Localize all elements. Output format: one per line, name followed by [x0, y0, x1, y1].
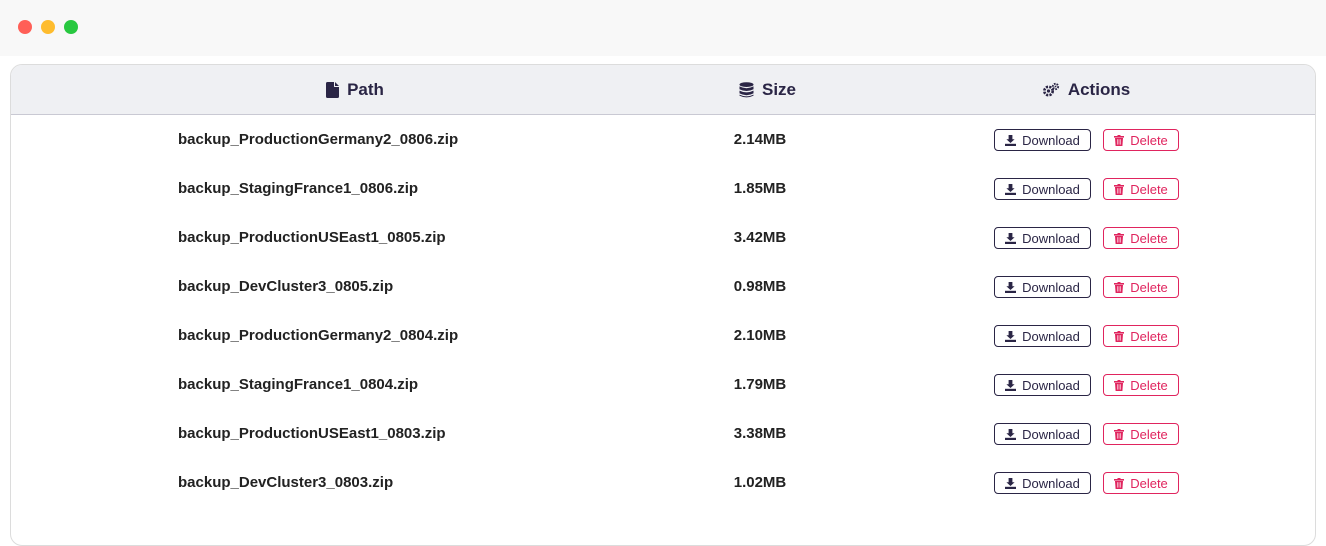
file-size: 2.14MB [733, 131, 787, 148]
column-header-actions-label: Actions [1067, 79, 1131, 99]
file-path: backup_ProductionUSEast1_0803.zip [178, 425, 446, 442]
file-path: backup_ProductionGermany2_0806.zip [178, 131, 459, 148]
delete-button-label: Delete [1130, 426, 1168, 442]
download-button-label: Download [1022, 475, 1080, 491]
column-header-path-label: Path [347, 79, 384, 99]
trash-icon [1114, 428, 1125, 440]
table-row: backup_ProductionUSEast1_0803.zip 3.38MB D… [11, 409, 1315, 458]
file-path: backup_DevCluster3_0805.zip [178, 278, 394, 295]
file-size: 2.10MB [733, 327, 787, 344]
close-window-button[interactable] [18, 20, 32, 34]
download-icon [1005, 379, 1017, 391]
file-size: 1.79MB [733, 376, 787, 393]
table-row: backup_ProductionGermany2_0804.zip 2.10MB… [11, 311, 1315, 360]
minimize-window-button[interactable] [41, 20, 55, 34]
table-row: backup_DevCluster3_0805.zip 0.98MB Downloa… [11, 262, 1315, 311]
database-icon [739, 81, 754, 97]
download-button[interactable]: Download [994, 129, 1091, 151]
file-size: 1.85MB [733, 180, 787, 197]
download-button[interactable]: Download [994, 178, 1091, 200]
download-button[interactable]: Download [994, 276, 1091, 298]
delete-button[interactable]: Delete [1103, 178, 1179, 200]
download-button-label: Download [1022, 279, 1080, 295]
download-button-label: Download [1022, 230, 1080, 246]
file-size: 1.02MB [733, 474, 787, 491]
delete-button-label: Delete [1130, 181, 1168, 197]
maximize-window-button[interactable] [64, 20, 78, 34]
download-button[interactable]: Download [994, 423, 1091, 445]
download-button[interactable]: Download [994, 374, 1091, 396]
file-size: 3.42MB [733, 229, 787, 246]
delete-button-label: Delete [1130, 377, 1168, 393]
file-size: 0.98MB [733, 278, 787, 295]
file-path: backup_ProductionUSEast1_0805.zip [178, 229, 446, 246]
download-button-label: Download [1022, 181, 1080, 197]
file-path: backup_StagingFrance1_0806.zip [178, 180, 419, 197]
table-row: backup_DevCluster3_0803.zip 1.02MB Downloa… [11, 458, 1315, 507]
file-path: backup_ProductionGermany2_0804.zip [178, 327, 459, 344]
download-button-label: Download [1022, 328, 1080, 344]
column-header-size-label: Size [761, 79, 797, 99]
column-header-actions: Actions [1001, 65, 1171, 114]
delete-button-label: Delete [1130, 328, 1168, 344]
table-header: Path Size Actions [11, 65, 1315, 115]
trash-icon [1114, 477, 1125, 489]
file-icon [326, 81, 340, 98]
download-button-label: Download [1022, 377, 1080, 393]
download-icon [1005, 232, 1017, 244]
download-button-label: Download [1022, 132, 1080, 148]
delete-button-label: Delete [1130, 132, 1168, 148]
download-icon [1005, 428, 1017, 440]
column-header-path: Path [11, 65, 699, 114]
window-titlebar [0, 0, 1326, 56]
download-icon [1005, 281, 1017, 293]
delete-button[interactable]: Delete [1103, 472, 1179, 494]
download-icon [1005, 183, 1017, 195]
delete-button-label: Delete [1130, 279, 1168, 295]
download-icon [1005, 134, 1017, 146]
file-path: backup_DevCluster3_0803.zip [178, 474, 394, 491]
table-row: backup_StagingFrance1_0804.zip 1.79MB Down… [11, 360, 1315, 409]
cogs-icon [1042, 82, 1059, 96]
trash-icon [1114, 134, 1125, 146]
download-button[interactable]: Download [994, 227, 1091, 249]
download-icon [1005, 477, 1017, 489]
delete-button[interactable]: Delete [1103, 423, 1179, 445]
file-path: backup_StagingFrance1_0804.zip [178, 376, 419, 393]
delete-button-label: Delete [1130, 475, 1168, 491]
delete-button[interactable]: Delete [1103, 325, 1179, 347]
trash-icon [1114, 232, 1125, 244]
download-button-label: Download [1022, 426, 1080, 442]
trash-icon [1114, 330, 1125, 342]
delete-button[interactable]: Delete [1103, 374, 1179, 396]
column-header-size: Size [699, 65, 836, 114]
backup-table: Path Size Actions backup_ProductionGerma… [10, 64, 1316, 546]
table-row: backup_ProductionUSEast1_0805.zip 3.42MB D… [11, 213, 1315, 262]
download-button[interactable]: Download [994, 472, 1091, 494]
delete-button[interactable]: Delete [1103, 227, 1179, 249]
trash-icon [1114, 379, 1125, 391]
table-row: backup_ProductionGermany2_0806.zip 2.14MB… [11, 115, 1315, 164]
delete-button-label: Delete [1130, 230, 1168, 246]
table-row: backup_StagingFrance1_0806.zip 1.85MB Down… [11, 164, 1315, 213]
trash-icon [1114, 183, 1125, 195]
trash-icon [1114, 281, 1125, 293]
delete-button[interactable]: Delete [1103, 129, 1179, 151]
download-icon [1005, 330, 1017, 342]
file-size: 3.38MB [733, 425, 787, 442]
download-button[interactable]: Download [994, 325, 1091, 347]
delete-button[interactable]: Delete [1103, 276, 1179, 298]
